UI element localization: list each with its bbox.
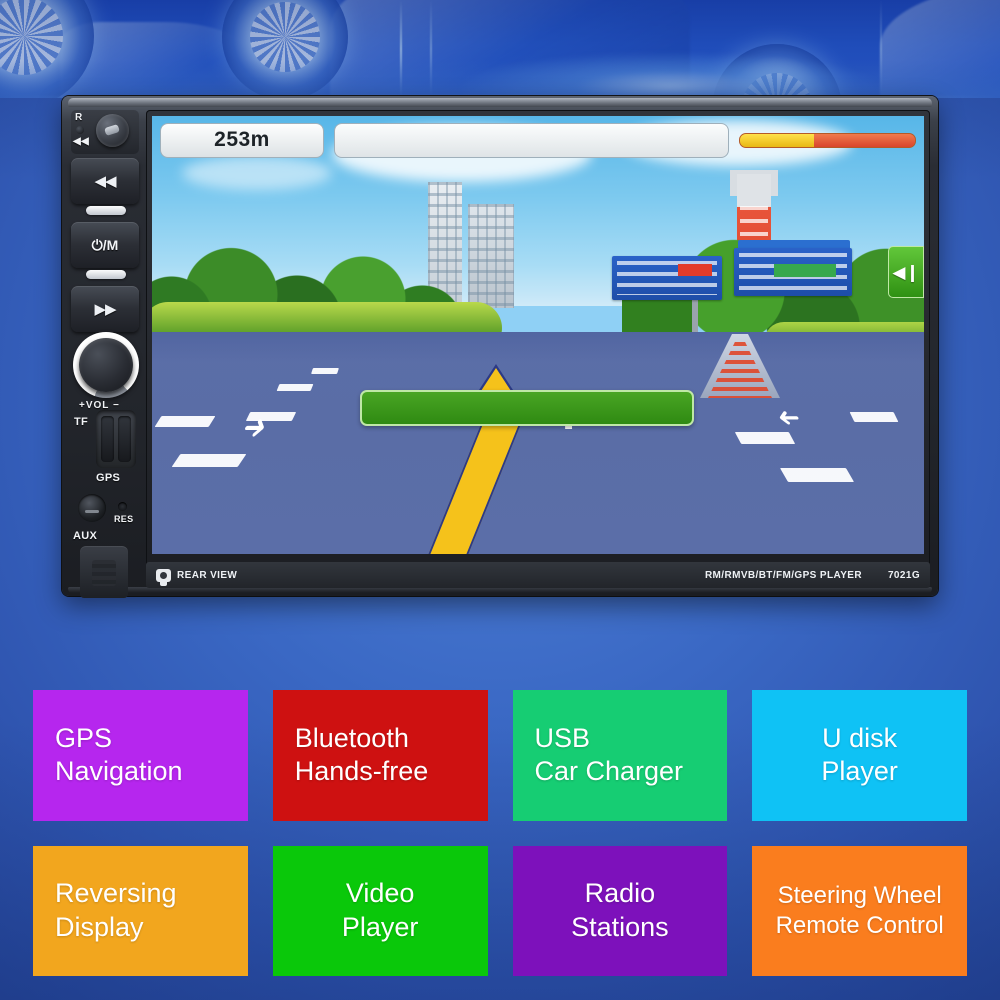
feature-tile-grid: GPS Navigation Bluetooth Hands-free USB …	[33, 690, 967, 976]
supported-formats-label: RM/RMVB/BT/FM/GPS PLAYER	[704, 569, 862, 581]
prev-track-icon: ◀◀	[94, 173, 116, 190]
cloud	[182, 156, 332, 190]
feature-label-line2: Player	[821, 756, 898, 787]
reset-label: R	[75, 112, 83, 123]
road-name-box	[334, 122, 729, 158]
sign-red-badge	[678, 264, 712, 276]
sign-green-badge	[774, 264, 836, 277]
indicator-strip	[86, 206, 126, 215]
res-label: RES	[114, 514, 134, 524]
feature-label-line2: Stations	[571, 911, 669, 942]
lane-marking	[171, 454, 247, 467]
feature-label-line1: Bluetooth	[294, 722, 409, 753]
gps-slot-label: GPS	[96, 472, 121, 484]
indicator-strip	[86, 270, 126, 279]
feature-label-line1: Steering Wheel	[777, 881, 942, 909]
feature-tile-usb-car-charger[interactable]: USB Car Charger	[512, 690, 728, 821]
lane-marking	[311, 368, 339, 374]
feature-tile-radio-stations[interactable]: Radio Stations	[512, 845, 728, 976]
feature-tile-reversing-display[interactable]: Reversing Display	[33, 845, 248, 976]
tf-slot-label: TF	[74, 416, 89, 428]
feature-label-line2: Hands-free	[294, 756, 429, 787]
lane-marking	[734, 432, 796, 444]
next-track-icon: ▶▶	[94, 301, 116, 318]
feature-tile-video-player[interactable]: Video Player	[272, 845, 488, 976]
navigation-screen[interactable]: ➜ ⬆ ➜ ◀❙ 253m	[152, 116, 924, 554]
camera-icon	[156, 568, 171, 586]
screen-side-tab-button[interactable]: ◀❙	[888, 246, 924, 298]
next-track-button[interactable]: ▶▶	[71, 286, 139, 332]
building-windows	[468, 204, 514, 308]
route-progress-fill	[740, 133, 814, 147]
volume-knob[interactable]	[79, 338, 133, 392]
card-slots[interactable]	[96, 410, 136, 468]
route-progress-track	[813, 133, 915, 147]
previous-step-icon: ◀❙	[892, 262, 920, 282]
feature-label-line1: GPS	[55, 722, 113, 753]
bezel-right-group: RM/RMVB/BT/FM/GPS PLAYER 7021G	[705, 570, 920, 581]
feature-tile-bluetooth-hands-free[interactable]: Bluetooth Hands-free	[272, 690, 488, 821]
unit-top-rail	[68, 98, 932, 107]
usb-port-cover[interactable]	[80, 546, 128, 598]
feature-label-line1: U disk	[822, 722, 898, 753]
prev-track-button[interactable]: ◀◀	[71, 158, 139, 204]
highway-sign	[734, 248, 852, 296]
rear-view-label: REAR VIEW	[177, 569, 238, 581]
route-guidance-arrow	[404, 352, 574, 554]
distance-box: 253m	[160, 122, 324, 158]
building	[468, 204, 514, 308]
aux-jack[interactable]	[78, 494, 106, 522]
lane-marking	[154, 416, 216, 427]
rewind-mark-label: ◀◀	[73, 136, 89, 147]
tf-card-slot[interactable]	[101, 416, 114, 462]
route-progress-bar	[739, 132, 916, 148]
feature-label-line1: Video	[345, 878, 415, 908]
feature-tile-u-disk-player[interactable]: U disk Player	[752, 690, 967, 821]
control-panel: R ◀◀ ◀◀ ⏻/M ▶▶ +VOL − TF GPS RES AUX	[66, 106, 144, 598]
highway-sign	[612, 256, 722, 300]
feature-label-line2: Display	[55, 911, 144, 942]
feature-label-line2: Remote Control	[775, 911, 944, 939]
feature-label-line1: Radio	[584, 878, 656, 908]
feature-label-line2: Player	[341, 911, 419, 942]
aux-label: AUX	[73, 530, 98, 542]
lane-marking	[849, 412, 899, 422]
power-mode-button[interactable]: ⏻/M	[71, 222, 139, 268]
feature-label-line1: Reversing	[55, 878, 177, 908]
feature-label-line2: Navigation	[55, 756, 183, 787]
feature-label-line2: Car Charger	[534, 756, 684, 787]
bottom-bezel: REAR VIEW RM/RMVB/BT/FM/GPS PLAYER 7021G	[146, 562, 930, 588]
power-mode-label: ⏻/M	[91, 236, 119, 253]
navigation-hud: 253m	[160, 122, 916, 158]
product-ad-page: R ◀◀ ◀◀ ⏻/M ▶▶ +VOL − TF GPS RES AUX ➜ ➜…	[0, 0, 1000, 1000]
ir-receiver-icon	[76, 126, 84, 134]
lane-marking	[276, 384, 314, 391]
model-number-label: 7021G	[887, 569, 920, 581]
feature-tile-steering-wheel-remote-control[interactable]: Steering Wheel Remote Control	[752, 845, 967, 976]
gps-card-slot[interactable]	[118, 416, 131, 462]
navigation-status-bar[interactable]	[360, 390, 694, 426]
car-stereo-unit: R ◀◀ ◀◀ ⏻/M ▶▶ +VOL − TF GPS RES AUX ➜ ➜…	[62, 96, 938, 598]
mode-knob[interactable]	[96, 114, 129, 147]
feature-label-line1: USB	[534, 722, 591, 753]
distance-value: 253m	[214, 128, 270, 151]
feature-tile-gps-navigation[interactable]: GPS Navigation	[33, 690, 248, 821]
reset-pinhole[interactable]	[118, 502, 127, 511]
rear-view-indicator: REAR VIEW	[156, 568, 238, 586]
lane-marking	[779, 468, 855, 482]
